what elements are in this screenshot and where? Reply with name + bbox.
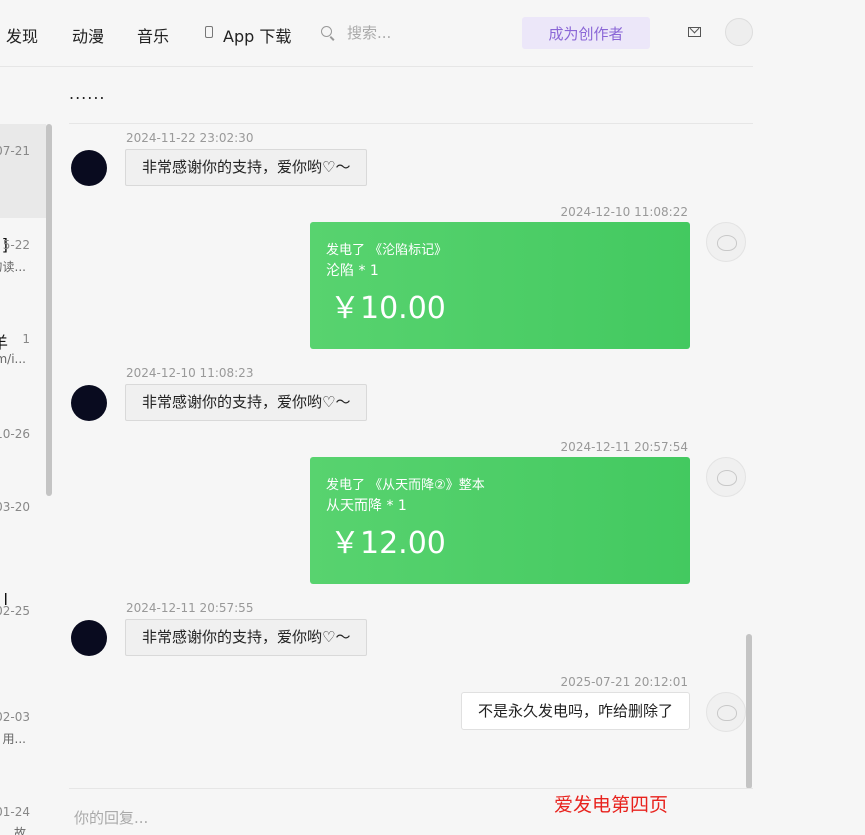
message-timestamp: 2024-12-11 20:57:55: [126, 601, 254, 615]
self-avatar[interactable]: [706, 457, 746, 497]
conversation-item[interactable]: 01-24 故: [0, 792, 46, 835]
conversation-item[interactable]: ] 5-22 勿读...: [0, 218, 46, 312]
message-timestamp: 2024-11-22 23:02:30: [126, 131, 254, 145]
conversation-item[interactable]: 10-26: [0, 406, 46, 500]
become-creator-button[interactable]: 成为创作者: [522, 17, 650, 49]
message-bubble: 非常感谢你的支持，爱你哟♡～: [125, 384, 368, 421]
mail-icon[interactable]: [688, 27, 701, 37]
chat-title: ......: [69, 84, 106, 103]
conversation-date: 02-03: [0, 710, 30, 724]
conversation-date: 07-21: [0, 144, 30, 158]
page-caption: 爱发电第四页: [554, 794, 669, 816]
nav-app-download[interactable]: App 下载: [223, 23, 291, 47]
conversation-item[interactable]: 羊 1 m/i...: [0, 312, 46, 406]
conversation-item[interactable]: 03-20: [0, 500, 46, 594]
conversation-preview: 用...: [2, 732, 26, 746]
message-bubble: 非常感谢你的支持，爱你哟♡～: [125, 149, 368, 186]
sponsor-card[interactable]: 发电了 《从天而降②》整本 从天而降 * 1 ￥12.00: [310, 457, 690, 584]
conversation-date: 5-22: [2, 238, 30, 252]
conversation-item[interactable]: 02-03 用...: [0, 698, 46, 792]
nav-music[interactable]: 音乐: [137, 23, 169, 47]
conversation-item[interactable]: l 02-25: [0, 584, 46, 678]
reply-divider: [69, 788, 753, 789]
chat-scrollbar[interactable]: [746, 634, 752, 789]
user-avatar[interactable]: [725, 18, 753, 46]
phone-icon: [205, 26, 213, 38]
self-avatar[interactable]: [706, 222, 746, 262]
message-timestamp: 2024-12-10 11:08:23: [126, 366, 254, 380]
sponsor-card-item: 从天而降 * 1: [326, 498, 407, 514]
conversation-item[interactable]: 07-21: [0, 124, 46, 218]
nav-discover[interactable]: 发现: [6, 23, 38, 47]
self-avatar[interactable]: [706, 692, 746, 732]
nav-anime[interactable]: 动漫: [72, 23, 104, 47]
conversation-preview: 勿读...: [0, 260, 26, 274]
message-bubble: 非常感谢你的支持，爱你哟♡～: [125, 619, 368, 656]
conversation-date: 1: [22, 332, 30, 346]
sender-avatar[interactable]: [71, 385, 107, 421]
reply-input[interactable]: [72, 803, 516, 833]
sponsor-card-item: 沦陷 * 1: [326, 263, 379, 279]
conversation-date: 01-24: [0, 805, 30, 819]
message-timestamp: 2025-07-21 20:12:01: [560, 675, 688, 689]
conversation-preview: m/i...: [0, 352, 26, 366]
message-bubble: 不是永久发电吗，咋给删除了: [460, 692, 690, 730]
sender-avatar[interactable]: [71, 620, 107, 656]
chat-divider: [69, 123, 753, 124]
message-timestamp: 2024-12-10 11:08:22: [560, 205, 688, 219]
conversation-list: 07-21 ] 5-22 勿读... 羊 1 m/i... 10-26 03-2…: [0, 124, 46, 835]
conversation-date: 02-25: [0, 604, 30, 618]
conversation-date: 03-20: [0, 500, 30, 514]
conversation-date: 10-26: [0, 427, 30, 441]
sender-avatar[interactable]: [71, 150, 107, 186]
search-icon[interactable]: [321, 26, 332, 37]
message-timestamp: 2024-12-11 20:57:54: [560, 440, 688, 454]
top-nav: 发现 动漫 音乐 App 下载 成为创作者: [0, 0, 753, 67]
sponsor-card-amount: ￥12.00: [330, 526, 446, 561]
sponsor-card[interactable]: 发电了 《沦陷标记》 沦陷 * 1 ￥10.00: [310, 222, 690, 349]
sponsor-card-title: 发电了 《从天而降②》整本: [326, 478, 485, 493]
search-input[interactable]: [345, 18, 499, 48]
conversation-preview: 故: [13, 826, 26, 835]
sponsor-card-amount: ￥10.00: [330, 291, 446, 326]
conversation-list-scrollbar[interactable]: [46, 124, 52, 496]
conversation-name: 羊: [0, 329, 8, 353]
sponsor-card-title: 发电了 《沦陷标记》: [326, 243, 448, 258]
